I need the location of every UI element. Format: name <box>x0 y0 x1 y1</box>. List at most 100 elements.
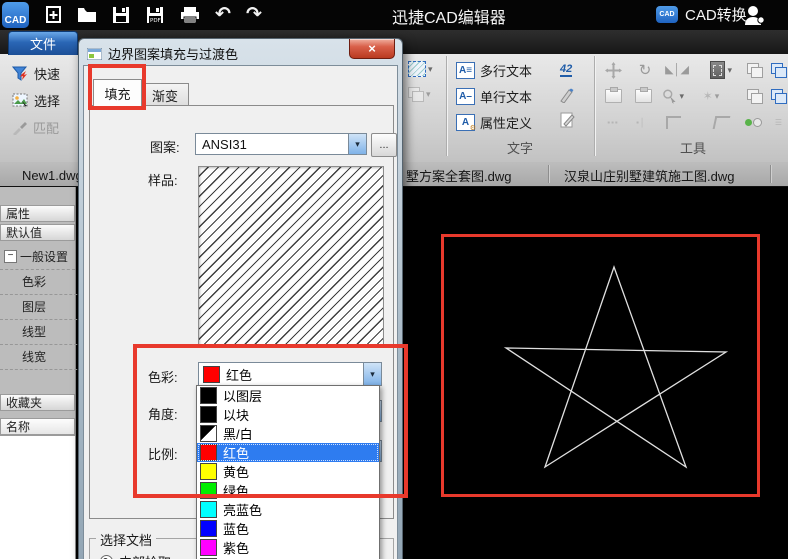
color-option-blackwhite[interactable]: 黑/白 <box>197 424 379 443</box>
match-properties-button[interactable]: 匹配 <box>12 118 59 137</box>
singleline-text-label: 单行文本 <box>480 90 533 105</box>
cad-convert-button[interactable]: CAD CAD转换 <box>656 4 747 25</box>
undo-icon[interactable]: ↶ <box>210 3 236 27</box>
measure-align-icon[interactable]: ▪│ <box>630 112 652 132</box>
text-group-label: 文字 <box>506 141 533 156</box>
select-set-button[interactable]: 选择 <box>12 91 60 110</box>
group-separator <box>446 56 448 156</box>
brush-icon <box>13 121 27 135</box>
color-option-cyan[interactable]: 亮蓝色 <box>197 500 379 519</box>
color-label: 色彩: <box>148 370 178 385</box>
property-brush-icon[interactable] <box>742 112 764 132</box>
copy-stack-icon[interactable] <box>744 86 766 106</box>
pick-point-icon[interactable]: ▾ <box>662 86 684 106</box>
viewport-icon[interactable]: ▾ <box>710 60 732 80</box>
selected-color-value: 红色 <box>226 367 253 383</box>
color-option-bylayer[interactable]: 以图层 <box>197 386 379 405</box>
color-select[interactable]: 红色 ▾ <box>198 362 382 386</box>
color-option-green[interactable]: 绿色 <box>197 481 379 500</box>
bylayer-swatch <box>200 387 217 404</box>
app-logo[interactable]: CAD <box>2 2 29 28</box>
name-column-header[interactable]: 名称 <box>0 418 75 435</box>
chamfer-icon[interactable] <box>710 112 732 132</box>
favorites-header[interactable]: 收藏夹 <box>0 394 75 411</box>
favorites-list[interactable] <box>0 435 75 559</box>
save-pdf-icon[interactable]: PDF <box>142 3 168 27</box>
save-icon[interactable] <box>108 3 134 27</box>
selection-image-icon <box>12 93 28 108</box>
attribute-define-icon: A ⚙ <box>456 114 476 132</box>
interior-pick-radio[interactable]: 内部拾取 <box>100 552 171 559</box>
funnel-icon <box>12 66 28 81</box>
color-option-byblock[interactable]: 以块 <box>197 405 379 424</box>
quick-select-button[interactable]: 快速 <box>12 64 60 83</box>
move-icon[interactable] <box>602 60 624 80</box>
app-title: 迅捷CAD编辑器 <box>392 10 506 27</box>
text-style-brush-icon[interactable] <box>556 85 578 105</box>
block-edit-icon[interactable] <box>768 86 788 106</box>
quick-select-label: 快速 <box>34 67 61 82</box>
tree-node-general-label: 一般设置 <box>20 250 69 264</box>
tab-gradient[interactable]: 渐变 <box>141 83 189 107</box>
print-icon[interactable] <box>177 3 203 27</box>
dialog-window-icon <box>87 47 102 60</box>
color-option-yellow[interactable]: 黄色 <box>197 462 379 481</box>
singleline-text-button[interactable]: A– 单行文本 <box>456 87 532 106</box>
hatch-icon <box>408 61 426 77</box>
app-window: CAD PDF ↶ ↷ 迅捷CAD编辑器 CAD CAD转换 文件 快速 选择 … <box>0 0 788 559</box>
user-icon[interactable] <box>744 3 766 32</box>
scale-label: 比例: <box>148 447 178 462</box>
color-option-red[interactable]: 红色 <box>197 443 379 462</box>
pattern-select[interactable]: ANSI31 ▾ <box>195 133 367 155</box>
paste-special-icon[interactable] <box>632 86 654 106</box>
paste-icon[interactable] <box>602 86 624 106</box>
dialog-title-text: 边界图案填充与过渡色 <box>108 47 239 62</box>
title-bar: CAD PDF ↶ ↷ 迅捷CAD编辑器 CAD CAD转换 <box>0 0 788 30</box>
layers-stack-icon[interactable]: ☰ <box>768 112 788 132</box>
match-properties-label: 匹配 <box>33 121 60 136</box>
color-option-blue[interactable]: 蓝色 <box>197 519 379 538</box>
chevron-down-icon[interactable]: ▾ <box>348 134 366 154</box>
fillet-icon[interactable] <box>662 112 684 132</box>
redo-icon[interactable]: ↷ <box>241 3 267 27</box>
cad-convert-label: CAD转换 <box>685 7 747 24</box>
doc-tab-hanquan[interactable]: 汉泉山庄别墅建筑施工图.dwg <box>556 165 742 185</box>
edit-text-icon[interactable] <box>556 110 578 130</box>
new-file-icon[interactable] <box>40 3 66 27</box>
magenta-swatch <box>200 539 217 556</box>
measure-short-icon[interactable]: ▪▪▪ <box>602 112 624 132</box>
chevron-down-icon: ▾ <box>426 89 431 99</box>
defaults-header[interactable]: 默认值 <box>0 224 75 241</box>
blackwhite-swatch <box>200 425 217 442</box>
close-icon[interactable]: × <box>349 39 395 59</box>
collapse-icon[interactable]: − <box>4 250 17 263</box>
copy-objects-icon[interactable] <box>744 60 766 80</box>
explode-icon[interactable]: ✶ ▾ <box>700 86 722 106</box>
dimension-42-icon[interactable]: 42 <box>560 63 573 77</box>
transparency-tool-button[interactable]: ▾ <box>408 87 431 102</box>
color-dropdown-list: 以图层 以块 黑/白 红色 黄色 绿色 亮蓝色 蓝色 紫色 选择颜色 <box>196 385 380 559</box>
attribute-define-button[interactable]: A ⚙ 属性定义 <box>456 113 532 132</box>
properties-header[interactable]: 属性 <box>0 205 75 222</box>
block-insert-icon[interactable] <box>768 60 788 80</box>
chevron-down-icon[interactable]: ▾ <box>363 363 381 385</box>
tree-node-general[interactable]: − 一般设置 <box>0 244 75 270</box>
radio-icon[interactable] <box>100 555 113 559</box>
tab-fill[interactable]: 填充 <box>93 79 142 107</box>
open-folder-icon[interactable] <box>74 3 100 27</box>
interior-pick-label: 内部拾取 <box>119 552 171 559</box>
mirror-icon[interactable]: ◣│◢ <box>665 60 689 80</box>
multiline-text-icon: A≡ <box>456 62 475 79</box>
color-option-magenta[interactable]: 紫色 <box>197 538 379 557</box>
doc-tab-villa-plan[interactable]: 墅方案全套图.dwg <box>398 165 519 185</box>
file-menu-tab[interactable]: 文件 <box>8 31 78 55</box>
red-swatch <box>200 444 217 461</box>
hatch-tool-button[interactable]: ▾ <box>408 61 433 77</box>
pattern-browse-button[interactable]: ... <box>371 133 397 157</box>
attribute-define-label: 属性定义 <box>480 116 533 131</box>
multiline-text-label: 多行文本 <box>480 64 533 79</box>
chevron-down-icon: ▾ <box>428 63 433 74</box>
rotate-icon[interactable]: ↻ <box>634 60 656 80</box>
dialog-title: 边界图案填充与过渡色 <box>87 44 238 63</box>
multiline-text-button[interactable]: A≡ 多行文本 <box>456 61 532 80</box>
